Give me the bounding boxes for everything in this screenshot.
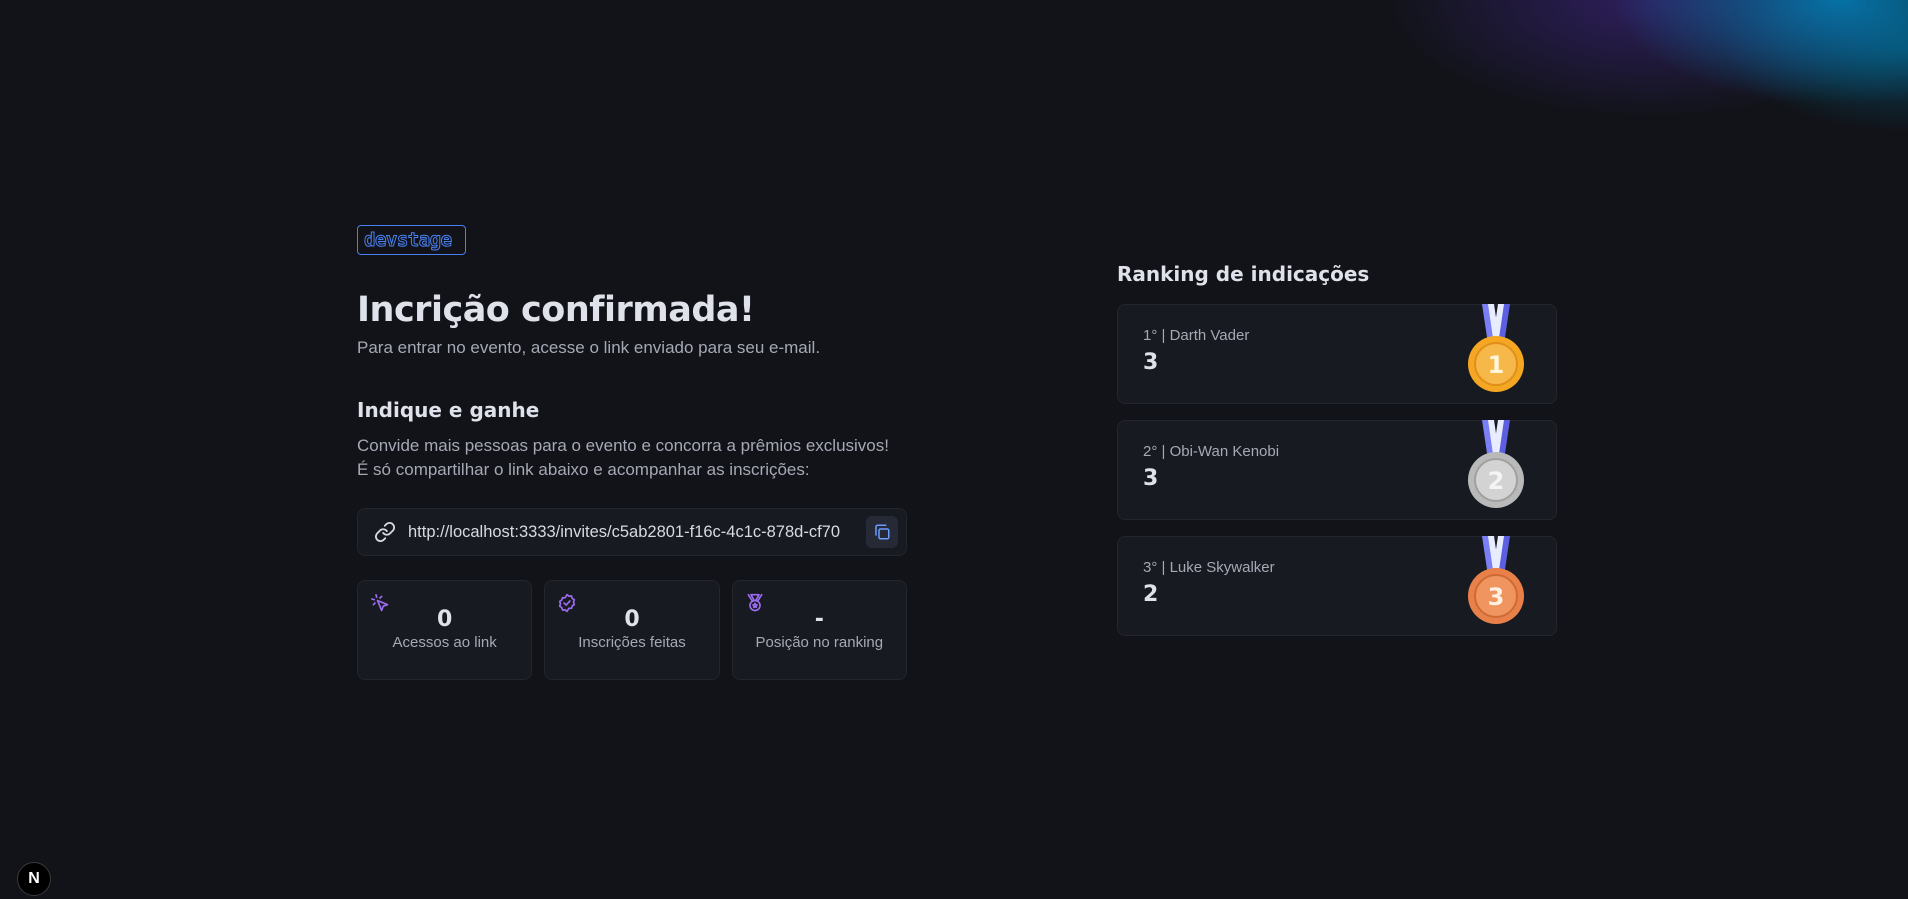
medal-number: 2 [1488, 467, 1505, 495]
silver-medal-icon: 2 [1468, 420, 1524, 508]
nextjs-icon[interactable]: N [17, 862, 51, 896]
medal-icon [747, 593, 763, 612]
badge-check-icon [559, 593, 576, 613]
devstage-logo: devstage [357, 225, 466, 255]
stat-link-accesses: 0 Acessos ao link [357, 580, 533, 680]
copy-icon [875, 524, 890, 540]
nextjs-badge-letter: N [28, 870, 40, 887]
stat-subscriptions: 0 Inscrições feitas [544, 580, 720, 680]
invite-link-field[interactable]: http://localhost:3333/invites/c5ab2801-f… [357, 508, 907, 556]
ranking-entry-1: 1° | Darth Vader 3 1 [1117, 304, 1557, 404]
stat-ranking-position: - Posição no ranking [731, 580, 907, 680]
medal-number: 3 [1488, 583, 1505, 611]
stat-label: Posição no ranking [755, 634, 884, 651]
ranking-title: Ranking de indicações [1117, 262, 1370, 286]
copy-link-button[interactable] [866, 516, 898, 548]
ranking-entry-3: 3° | Luke Skywalker 2 3 [1117, 536, 1557, 636]
ranking-panel: Ranking de indicações 1° | Darth Vader 3… [1117, 262, 1557, 652]
ranking-list: 1° | Darth Vader 3 1 2° | Obi-Wan Kenobi… [1117, 304, 1557, 636]
stats-row: 0 Acessos ao link 0 Inscrições feitas - … [357, 580, 907, 680]
ranking-entry-2: 2° | Obi-Wan Kenobi 3 2 [1117, 420, 1557, 520]
confirmation-panel: devstage Incrição confirmada! Para entra… [357, 225, 907, 680]
referral-description-line-2: É só compartilhar o link abaixo e acompa… [357, 460, 810, 479]
page-subtitle: Para entrar no evento, acesse o link env… [357, 338, 821, 357]
stat-label: Inscrições feitas [578, 634, 686, 651]
medal-number: 1 [1488, 351, 1505, 379]
referral-description: Convide mais pessoas para o evento e con… [357, 434, 907, 482]
bronze-medal-icon: 3 [1468, 536, 1524, 624]
cursor-click-icon [371, 594, 389, 612]
gold-medal-icon: 1 [1468, 304, 1524, 392]
page-title: Incrição confirmada! [357, 290, 755, 330]
referral-heading: Indique e ganhe [357, 398, 540, 422]
referral-description-line-1: Convide mais pessoas para o evento e con… [357, 436, 889, 455]
background-glow [1048, 0, 1908, 240]
stat-label: Acessos ao link [392, 634, 497, 651]
link-icon [374, 521, 396, 543]
invite-link-text[interactable]: http://localhost:3333/invites/c5ab2801-f… [408, 523, 858, 542]
